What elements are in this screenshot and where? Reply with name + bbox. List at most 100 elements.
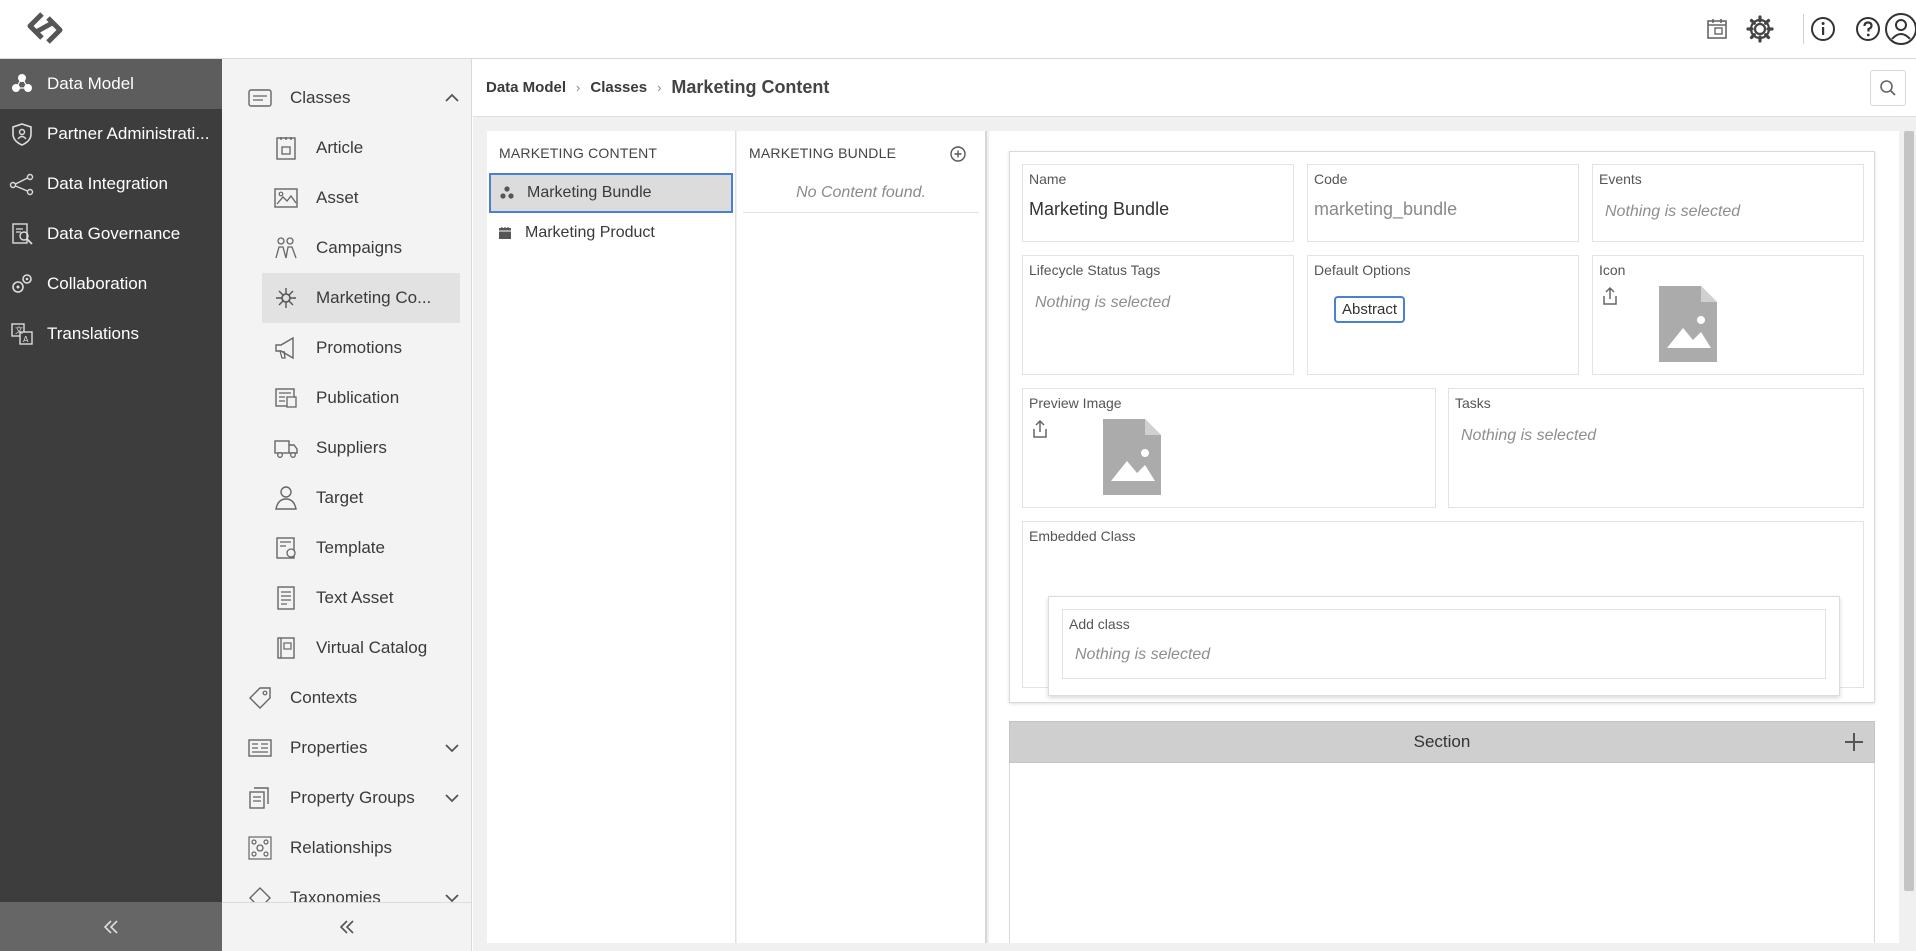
add-circle-icon[interactable]	[949, 145, 967, 163]
data-model-icon	[500, 186, 514, 199]
secondary-nav: Classes Article Asset Campaigns Marketin…	[222, 59, 472, 951]
field-label: Embedded Class	[1029, 528, 1136, 544]
integration-icon	[9, 173, 34, 196]
governance-icon	[12, 223, 33, 245]
add-class-empty: Nothing is selected	[1075, 646, 1211, 663]
top-bar	[0, 0, 1916, 59]
name-field[interactable]: Name Marketing Bundle	[1022, 164, 1294, 242]
info-icon[interactable]	[1808, 14, 1838, 44]
chevron-up-icon[interactable]	[442, 88, 462, 108]
subnav-item-classes[interactable]: Classes	[246, 73, 464, 123]
events-empty: Nothing is selected	[1605, 203, 1741, 220]
tasks-empty: Nothing is selected	[1461, 427, 1597, 444]
list-item-marketing-bundle[interactable]: Marketing Bundle	[489, 173, 733, 213]
breadcrumb-classes[interactable]: Classes	[590, 79, 647, 96]
user-avatar-icon[interactable]	[1884, 12, 1916, 46]
double-chevron-left-icon	[103, 919, 118, 934]
sidebar-item-label: Data Integration	[47, 174, 168, 193]
class-details-card: Name Marketing Bundle Code marketing_bun…	[1009, 151, 1875, 703]
search-button[interactable]	[1870, 70, 1906, 106]
sidebar-item-partner-administration[interactable]: Partner Administrati...	[0, 109, 222, 159]
truck-icon	[274, 440, 298, 458]
chevron-down-icon[interactable]	[442, 738, 462, 758]
list-item-label: Marketing Product	[525, 224, 655, 241]
field-label: Add class	[1069, 616, 1130, 632]
image-placeholder-icon	[1659, 286, 1717, 362]
upload-icon[interactable]	[1031, 419, 1049, 439]
breadcrumb: Data Model › Classes › Marketing Content	[473, 59, 1916, 117]
subnav-item-campaigns[interactable]: Campaigns	[262, 223, 460, 273]
subnav-item-promotions[interactable]: Promotions	[262, 323, 460, 373]
subnav-item-suppliers[interactable]: Suppliers	[262, 423, 460, 473]
subnav-item-article[interactable]: Article	[262, 123, 460, 173]
subnav-item-text-asset[interactable]: Text Asset	[262, 573, 460, 623]
svg-text:A: A	[23, 335, 29, 344]
subnav-item-contexts[interactable]: Contexts	[246, 673, 464, 723]
subnav-collapse-button[interactable]	[222, 902, 471, 951]
sidebar-item-data-governance[interactable]: Data Governance	[0, 209, 222, 259]
collaboration-icon	[12, 274, 32, 293]
topbar-divider	[1803, 14, 1804, 44]
subnav-item-virtual-catalog[interactable]: Virtual Catalog	[262, 623, 460, 673]
subnav-item-properties[interactable]: Properties	[246, 723, 464, 773]
plus-icon[interactable]	[1842, 730, 1866, 754]
article-icon	[276, 137, 296, 160]
subnav-item-label: Publication	[316, 388, 400, 407]
image-placeholder-icon	[1103, 419, 1161, 495]
icon-field: Icon	[1592, 255, 1864, 375]
field-label: Name	[1029, 171, 1067, 187]
subnav-item-template[interactable]: Template	[262, 523, 460, 573]
template-icon	[276, 537, 296, 559]
subnav-item-label: Campaigns	[316, 238, 402, 257]
events-field[interactable]: Events Nothing is selected	[1592, 164, 1864, 242]
translations-icon: 文 A	[11, 323, 33, 345]
list-item-label: Marketing Bundle	[527, 184, 652, 201]
empty-state: No Content found.	[743, 173, 979, 213]
sidebar-item-data-integration[interactable]: Data Integration	[0, 159, 222, 209]
sidebar-item-collaboration[interactable]: Collaboration	[0, 259, 222, 309]
list-item-marketing-product[interactable]: Marketing Product	[489, 213, 733, 253]
upload-icon[interactable]	[1601, 286, 1619, 306]
classes-column: MARKETING CONTENT Marketing Bundle Marke…	[487, 131, 736, 943]
main-sidebar: Data Model Partner Administrati... Data …	[0, 59, 222, 951]
calendar-export-icon[interactable]	[1702, 14, 1732, 44]
code-field[interactable]: Code marketing_bundle	[1307, 164, 1579, 242]
section-header: Section	[1009, 721, 1875, 763]
embedded-class-box: Add class Nothing is selected	[1048, 596, 1840, 696]
subnav-item-property-groups[interactable]: Property Groups	[246, 773, 464, 823]
subnav-item-publication[interactable]: Publication	[262, 373, 460, 423]
app-logo-icon[interactable]	[20, 8, 70, 48]
sidebar-item-label: Partner Administrati...	[47, 124, 210, 143]
help-icon[interactable]	[1853, 14, 1883, 44]
sidebar-item-translations[interactable]: 文 A Translations	[0, 309, 222, 359]
subnav-item-relationships[interactable]: Relationships	[246, 823, 464, 873]
subnav-item-asset[interactable]: Asset	[262, 173, 460, 223]
relationships-icon	[248, 836, 272, 860]
field-label: Icon	[1599, 262, 1626, 278]
field-label: Lifecycle Status Tags	[1029, 262, 1161, 278]
subnav-item-label: Marketing Co...	[316, 288, 432, 307]
field-label: Default Options	[1314, 262, 1411, 278]
add-class-field[interactable]: Add class Nothing is selected	[1062, 609, 1826, 679]
scrollbar-thumb[interactable]	[1904, 131, 1914, 891]
subnav-item-label: Properties	[290, 738, 368, 757]
tasks-field[interactable]: Tasks Nothing is selected	[1448, 388, 1864, 508]
subnav-item-label: Template	[316, 538, 385, 557]
abstract-option-chip[interactable]: Abstract	[1334, 296, 1406, 323]
text-document-icon	[277, 586, 295, 610]
field-label: Events	[1599, 171, 1642, 187]
subnav-item-marketing-content[interactable]: Marketing Co...	[262, 273, 460, 323]
subnav-item-target[interactable]: Target	[262, 473, 460, 523]
subnav-item-label: Classes	[290, 88, 351, 107]
breadcrumb-separator: ›	[576, 80, 581, 95]
subnav-item-label: Article	[316, 138, 364, 157]
chevron-down-icon[interactable]	[442, 788, 462, 808]
properties-icon	[248, 739, 272, 757]
lifecycle-status-tags-field[interactable]: Lifecycle Status Tags Nothing is selecte…	[1022, 255, 1294, 375]
breadcrumb-data-model[interactable]: Data Model	[486, 79, 566, 96]
sidebar-collapse-button[interactable]	[0, 902, 222, 951]
sidebar-item-label: Data Governance	[47, 224, 181, 243]
sidebar-item-data-model[interactable]: Data Model	[0, 59, 222, 109]
gear-icon[interactable]	[1745, 14, 1775, 44]
code-value: marketing_bundle	[1314, 199, 1458, 219]
